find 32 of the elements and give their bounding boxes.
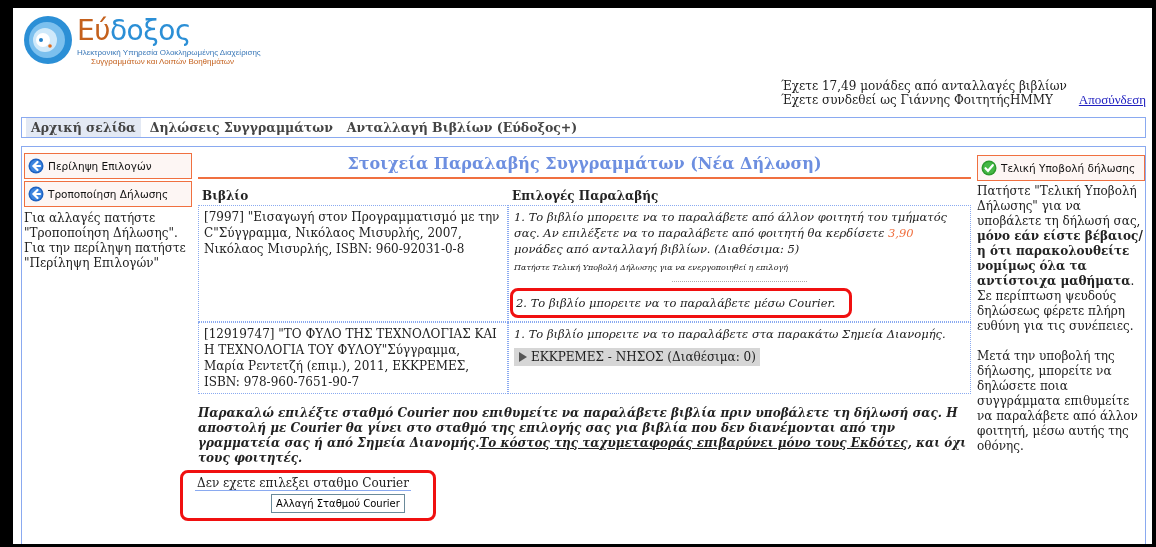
help-text: Για αλλαγές πατήστε "Τροποποίηση Δήλωσης". Για την περίληψη πατήστε "Περίληψη Επιλογών" (24, 211, 187, 271)
nav-button[interactable]: Τροποποίηση Δήλωσης (24, 181, 192, 207)
column-header: Επιλογές Παραλαβής (511, 188, 660, 205)
column-header: Βιβλίο (201, 188, 250, 205)
logout-link[interactable]: Αποσύνδεση (1078, 93, 1146, 107)
nav-button[interactable]: Περίληψη Επιλογών (24, 153, 192, 179)
instructions-text: Πατήστε "Τελική Υποβολή Δήλωσης" για να υποβάλετε τη δήλωσή σας, μόνο εάν είστε βέβαιος/η ότι παρακολουθείτε νομίμως όλα τα αντίστοιχα μαθήματα. Σε περίπτωση ψευδούς δηλώσεως φέρετε πλήρη ευθύνη για τις συνέπειες. (977, 184, 1144, 334)
nav-tab[interactable]: Δηλώσεις Συγγραμμάτων (144, 118, 338, 137)
back-arrow-icon (28, 186, 44, 202)
book-cell: [12919747] "ΤΟ ΦΥΛΟ ΤΗΣ ΤΕΧΝΟΛΟΓΙΑΣ ΚΑΙ Η ΤΕΧΝΟΛΟΓΙΑ ΤΟΥ ΦΥΛΟΥ"Σύγγραμμα, Μαρία Ρεντετζή (επιμ.), 2011, ΕΚΚΡΕΜΕΣ, ISBN: 978-960-7651-90-7 (198, 322, 508, 394)
submit-button[interactable]: Τελική Υποβολή δήλωσης (977, 155, 1145, 181)
book-cell: [7997] "Εισαγωγή στον Προγραμματισμό με την C"Σύγγραμμα, Νικόλαος Μισυρλής, 2007, Νικόλαος Μισυρλής, ISBN: 960-92031-0-8 (198, 205, 508, 322)
nav-tab[interactable]: Ανταλλαγή Βιβλίων (Εύδοξος+) (341, 118, 583, 137)
back-arrow-icon (28, 158, 44, 174)
notice-text: Παρακαλώ επιλέξτε σταθμό Courier που επιθυμείτε να παραλάβετε βιβλία πριν υποβάλετε τη δήλωσή σας. Η αποστολή με Courier θα γίνει στο σταθμό της επιλογής σας για βιβλία που δεν διανέμονται από την γραμματεία σας ή από Σημεία Διανομής.Το κόστος της ταχυμεταφοράς επιβαρύνει μόνο τους Εκδότες, και όχι τους φοιτητές. (198, 406, 967, 466)
page-title: Στοιχεία Παραλαβής Συγγραμμάτων (Νέα Δήλωση) (198, 153, 971, 179)
option-text: 1. Το βιβλίο μπορειτε να το παραλάβετε από άλλον φοιτητή του τμήματός σας. Αν επιλέξετε να το παραλάβετε από φοιτητή θα κερδίσετε 3,90 μονάδες από ανταλλαγή βιβλίων. (Διαθέσιμα: 5) (514, 209, 948, 257)
option-text: 2. Το βιβλίο μπορειτε να το παραλάβετε μέσω Courier. (516, 295, 837, 311)
nav-tab[interactable]: Αρχική σελίδα (26, 118, 141, 137)
checkmark-icon (981, 160, 997, 176)
logo-tagline: Συγγραμμάτων και Λοιπών Βοηθημάτων (91, 57, 235, 66)
credits-text: Έχετε 17,49 μονάδες από ανταλλαγές βιβλίων (781, 79, 1068, 93)
distribution-point[interactable]: ΕΚΚΡΕΜΕΣ - ΝΗΣΟΣ (Διαθέσιμα: 0) (514, 348, 760, 366)
option-text: 1. Το βιβλίο μπορειτε να το παραλάβετε στα παρακάτω Σημεία Διανομής. (514, 326, 947, 342)
option-note: Πατήστε Τελική Υποβολή Δήλωσης για να ενεργοποιηθεί η επιλογή (514, 263, 790, 272)
instructions-text: Μετά την υποβολή της δήλωσης, μπορείτε να δηλώσετε ποια συγγράμματα επιθυμείτε να παραλάβετε από άλλον φοιτητή, μέσω αυτής της οθόνης. (977, 349, 1139, 454)
login-text: Έχετε συνδεθεί ως Γιάννης ΦοιτητήςΗΜΜΥ (781, 93, 1053, 107)
change-courier-button[interactable]: Αλλαγή Σταθμού Courier (271, 494, 405, 513)
logo-icon (23, 15, 73, 65)
courier-status: Δεν εχετε επιλεξει σταθμο Courier (195, 476, 411, 491)
logo-tagline: Ηλεκτρονική Υπηρεσία Ολοκληρωμένης Διαχείρισης (77, 48, 261, 57)
logo-wordmark: Εύδοξος (77, 15, 192, 47)
